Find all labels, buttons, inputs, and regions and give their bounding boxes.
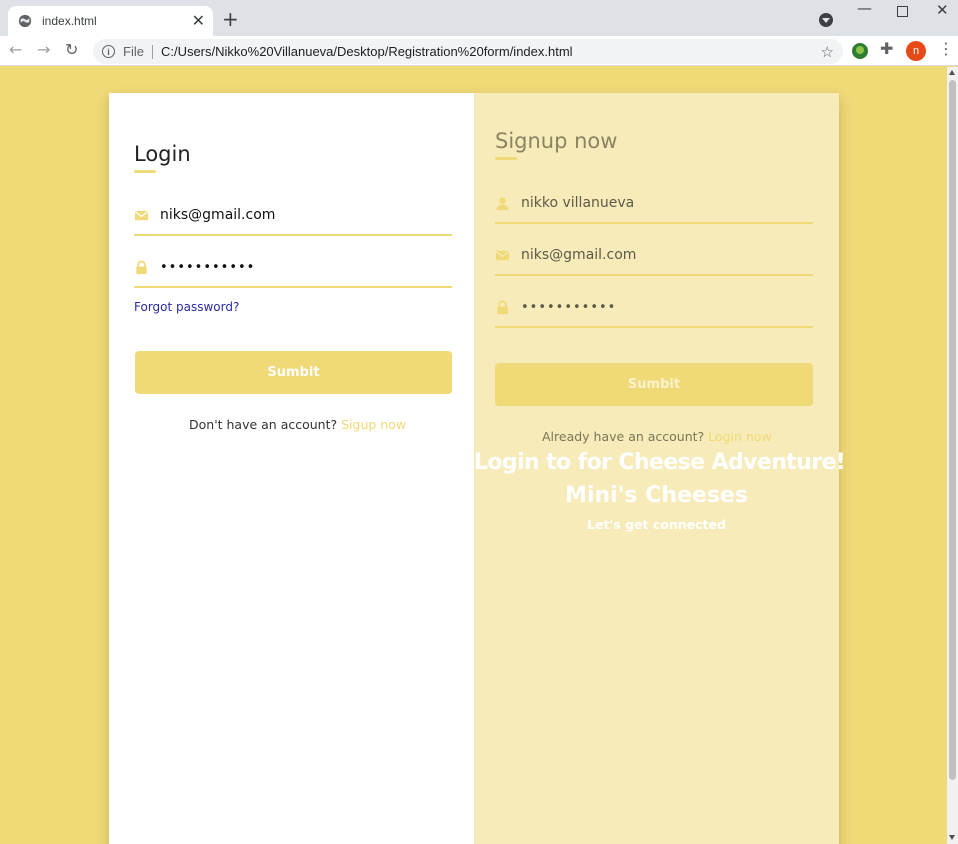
login-password-value[interactable]: ••••••••••• xyxy=(160,260,255,275)
login-email-value[interactable]: niks@gmail.com xyxy=(160,207,275,223)
tab-search-icon[interactable] xyxy=(819,13,833,27)
address-url[interactable]: C:/Users/Nikko%20Villanueva/Desktop/Regi… xyxy=(161,44,821,59)
envelope-icon xyxy=(134,210,149,220)
signup-password-value[interactable]: ••••••••••• xyxy=(521,300,616,315)
scrollbar-thumb[interactable] xyxy=(949,80,956,780)
promo-headline: Login to for Cheese Adventure! xyxy=(474,450,846,475)
tab-title: index.html xyxy=(42,14,97,28)
signup-prompt: Don't have an account? Sigup now xyxy=(189,417,406,432)
signup-submit-button[interactable]: Sumbit xyxy=(495,363,813,406)
signup-title: Signup now xyxy=(495,129,618,160)
signup-prompt-text: Don't have an account? xyxy=(189,417,338,432)
forward-icon[interactable]: → xyxy=(37,42,50,58)
page-viewport: Login niks@gmail.com ••••••••••• Forgot … xyxy=(0,67,947,844)
signup-email-field[interactable]: niks@gmail.com xyxy=(495,236,813,276)
envelope-icon xyxy=(495,250,510,260)
browser-tab[interactable]: index.html ✕ xyxy=(8,6,213,36)
user-icon xyxy=(496,196,509,210)
login-prompt-text: Already have an account? xyxy=(542,429,705,444)
address-bar[interactable]: i File C:/Users/Nikko%20Villanueva/Deskt… xyxy=(93,39,843,64)
extension-icon[interactable] xyxy=(852,43,868,59)
signup-password-field[interactable]: ••••••••••• xyxy=(495,288,813,328)
signup-name-value[interactable]: nikko villanueva xyxy=(521,195,634,211)
login-panel: Login niks@gmail.com ••••••••••• Forgot … xyxy=(109,93,474,844)
scroll-down-icon[interactable] xyxy=(949,835,955,840)
signup-link[interactable]: Sigup now xyxy=(341,417,406,432)
profile-avatar[interactable]: n xyxy=(906,41,926,61)
page-scrollbar[interactable] xyxy=(947,67,958,844)
lock-icon xyxy=(136,260,147,274)
back-icon[interactable]: ← xyxy=(9,42,22,58)
minimize-icon[interactable]: — xyxy=(857,1,872,16)
address-scheme: File xyxy=(123,44,144,59)
lock-icon xyxy=(497,300,508,314)
maximize-icon[interactable] xyxy=(897,6,908,17)
scroll-up-icon[interactable] xyxy=(949,70,955,75)
globe-icon xyxy=(18,14,32,28)
login-email-field[interactable]: niks@gmail.com xyxy=(134,196,452,236)
address-divider xyxy=(151,44,153,59)
close-window-icon[interactable]: ✕ xyxy=(936,3,949,18)
signup-panel: Signup now nikko villanueva niks@gmail.c… xyxy=(474,93,846,844)
menu-icon[interactable]: ⋮ xyxy=(938,41,954,57)
signup-name-field[interactable]: nikko villanueva xyxy=(495,184,813,224)
info-icon[interactable]: i xyxy=(102,45,115,58)
star-icon[interactable]: ☆ xyxy=(821,43,834,61)
login-prompt: Already have an account? Login now xyxy=(542,429,772,444)
puzzle-icon[interactable]: ✚ xyxy=(880,41,893,57)
login-submit-button[interactable]: Sumbit xyxy=(135,351,452,394)
login-link[interactable]: Login now xyxy=(708,429,772,444)
forgot-password-link[interactable]: Forgot password? xyxy=(134,300,239,314)
signup-email-value[interactable]: niks@gmail.com xyxy=(521,247,636,263)
auth-card: Login niks@gmail.com ••••••••••• Forgot … xyxy=(109,93,846,844)
tab-close-icon[interactable]: ✕ xyxy=(192,13,205,29)
browser-tab-strip: index.html ✕ + — ✕ xyxy=(0,0,958,36)
login-password-field[interactable]: ••••••••••• xyxy=(134,248,452,288)
new-tab-button[interactable]: + xyxy=(222,9,239,29)
reload-icon[interactable]: ↻ xyxy=(65,42,78,58)
login-title: Login xyxy=(134,142,191,173)
promo-brand: Mini's Cheeses xyxy=(565,483,748,508)
promo-tagline: Let's get connected xyxy=(587,517,726,532)
browser-toolbar: ← → ↻ i File C:/Users/Nikko%20Villanueva… xyxy=(0,36,958,66)
